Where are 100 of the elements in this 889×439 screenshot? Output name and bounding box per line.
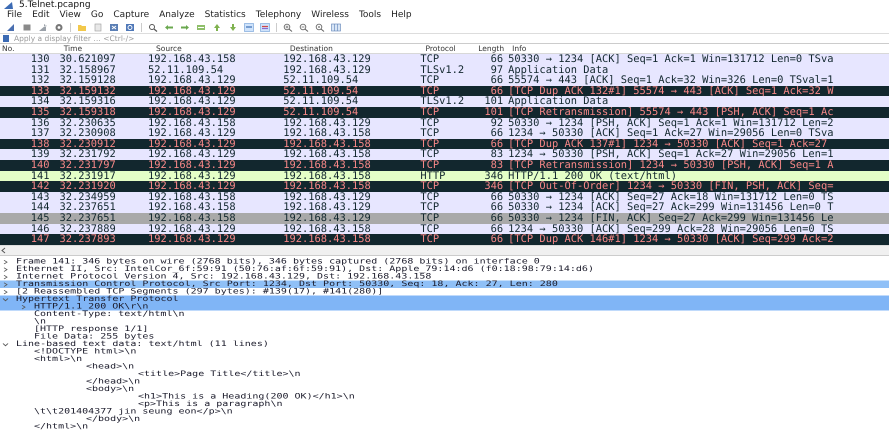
- packet-cell-text: 142: [30, 181, 50, 192]
- packet-cell-text: 192.168.43.129: [148, 149, 237, 160]
- packet-cell-text: 131: [30, 64, 50, 76]
- packet-cell-text: 1234 → 50330 [ACK] Seq=1 Ack=27 Win=29056 Len=0 TSva: [508, 128, 834, 139]
- packet-row[interactable]: 130 30.621097 192.168.43.158 192.168.43.129 TCP 66 50330 → 1234 [ACK] Seq=1 Ack=1 Win=131712 Len=0 TSva: [0, 54, 889, 65]
- packet-cell-text: 192.168.43.129: [148, 181, 237, 192]
- packet-cell-text: 101: [483, 106, 504, 118]
- packet-cell-text: [TCP Retransmission] 1234 → 50330 [PSH, ACK] Seq=1 A: [508, 160, 834, 171]
- packet-cell-text: 192.168.43.129: [148, 138, 237, 150]
- packet-cell-text: 192.168.43.129: [148, 170, 237, 182]
- menu-item[interactable]: Analyze: [154, 10, 200, 21]
- menu-item[interactable]: Wireless: [306, 10, 354, 21]
- packet-cell-text: 192.168.43.158: [283, 138, 372, 150]
- packet-cell-text: 1234 → 50330 [PSH, ACK] Seq=1 Ack=27 Win=29056 Len=1: [508, 149, 834, 160]
- packet-cell-text: 66: [490, 212, 504, 224]
- packet-cell-text: 134: [30, 96, 50, 107]
- packet-cell-text: 192.168.43.129: [283, 192, 372, 202]
- packet-row[interactable]: 132 32.159128 192.168.43.129 52.11.109.54 TCP 66 55574 → 443 [ACK] Seq=1 Ack=32 Win=326 Len=0 TSval=1: [0, 75, 889, 86]
- packet-cell-text: 132: [30, 75, 50, 86]
- packet-cell-text: 139: [30, 149, 50, 160]
- reload-icon[interactable]: [125, 22, 135, 32]
- chevron-down-icon[interactable]: [2, 296, 9, 302]
- packet-row[interactable]: 136 32.230635 192.168.43.158 192.168.43.129 TCP 92 50330 → 1234 [PSH, ACK] Seq=1 Ack=1 Win=131712 Len=2: [0, 118, 889, 128]
- packet-cell-text: 146: [30, 224, 50, 234]
- packet-row[interactable]: 140 32.231797 192.168.43.129 192.168.43.158 TCP 83 [TCP Retransmission] 1234 → 50330 [PSH, ACK] Seq=1 A: [0, 160, 889, 171]
- packet-cell-text: 192.168.43.158: [148, 118, 237, 128]
- forward-arrow-icon[interactable]: [180, 22, 190, 32]
- packet-cell-text: 192.168.43.158: [283, 234, 372, 245]
- scroll-left-icon[interactable]: [0, 247, 8, 254]
- resize-columns-icon[interactable]: [331, 22, 341, 32]
- packet-cell-text: 32.237889: [58, 224, 117, 234]
- menu-item[interactable]: File: [2, 10, 28, 21]
- menu-item[interactable]: Edit: [27, 10, 54, 21]
- packet-cell-text: Application Data: [508, 96, 608, 107]
- packet-cell-text: 32.237893: [58, 234, 117, 245]
- zoom-reset-icon[interactable]: [315, 22, 325, 32]
- menu-item[interactable]: Statistics: [200, 10, 251, 21]
- chevron-down-icon[interactable]: [2, 342, 9, 347]
- packet-cell-text: 66: [490, 54, 504, 65]
- packet-cell-text: 66: [490, 75, 504, 86]
- packet-cell-text: [TCP Dup ACK 146#1] 1234 → 50330 [ACK] Seq=299 Ack=2: [508, 234, 834, 245]
- packet-cell-text: 346: [483, 170, 504, 182]
- menu-item[interactable]: Capture: [108, 10, 154, 21]
- packet-cell-text: 32.159132: [58, 86, 117, 96]
- packet-cell-text: 32.234959: [58, 192, 117, 202]
- packet-row[interactable]: 141 32.231917 192.168.43.129 192.168.43.158 HTTP 346 HTTP/1.1 200 OK (text/html): [0, 170, 889, 182]
- packet-cell-text: 32.231792: [58, 149, 117, 160]
- packet-cell-text: 192.168.43.158: [283, 181, 372, 192]
- autoscroll-icon[interactable]: [244, 22, 254, 32]
- packet-row[interactable]: 135 32.159318 192.168.43.129 52.11.109.54 TCP 101 [TCP Retransmission] 55574 → 443 [PSH, ACK] Seq=1 Ac: [0, 106, 889, 118]
- packet-row[interactable]: 145 32.237651 192.168.43.158 192.168.43.129 TCP 66 50330 → 1234 [FIN, ACK] Seq=27 Ack=299 Win=131456 Le: [0, 212, 889, 224]
- packet-cell-text: 32.158967: [58, 64, 117, 76]
- packet-cell-text: 192.168.43.158: [283, 160, 372, 171]
- packet-cell-text: 66: [490, 224, 504, 234]
- packet-row[interactable]: 146 32.237889 192.168.43.129 192.168.43.158 TCP 66 1234 → 50330 [ACK] Seq=299 Ack=28 Win=29056 Len=0 TS: [0, 224, 889, 234]
- packet-row[interactable]: 144 32.237651 192.168.43.158 192.168.43.129 TCP 66 50330 → 1234 [ACK] Seq=27 Ack=299 Win=131456 Len=0 T: [0, 202, 889, 213]
- packet-cell-text: TLSv1.2: [420, 96, 466, 107]
- packet-row[interactable]: 133 32.159132 192.168.43.129 52.11.109.54 TCP 66 [TCP Dup ACK 132#1] 55574 → 443 [ACK] Seq=1 Ack=32 W: [0, 86, 889, 96]
- packet-row[interactable]: 143 32.234959 192.168.43.158 192.168.43.129 TCP 66 50330 → 1234 [ACK] Seq=27 Ack=18 Win=131712 Len=0 TS: [0, 192, 889, 202]
- packet-cell-text: TCP: [420, 181, 440, 192]
- packet-cell-text: TCP: [420, 138, 440, 150]
- packet-row[interactable]: 131 32.158967 52.11.109.54 192.168.43.129 TLSv1.2 97 Application Data: [0, 64, 889, 76]
- stop-icon[interactable]: [22, 22, 32, 32]
- packet-cell-text: TCP: [420, 54, 440, 65]
- packet-row[interactable]: 137 32.230908 192.168.43.129 192.168.43.158 TCP 66 1234 → 50330 [ACK] Seq=1 Ack=27 Win=29056 Len=0 TSva: [0, 128, 889, 139]
- packet-cell-text: 138: [30, 138, 50, 150]
- back-arrow-icon[interactable]: [164, 22, 174, 32]
- go-bottom-icon[interactable]: [228, 22, 238, 32]
- zoom-out-icon[interactable]: [299, 22, 309, 32]
- packet-cell-text: 32.159316: [58, 96, 117, 107]
- colorize-icon[interactable]: [260, 22, 270, 32]
- packet-cell-text: 83: [490, 149, 504, 160]
- menu-item[interactable]: Go: [86, 10, 108, 21]
- packet-cell-text: 83: [490, 160, 504, 171]
- packet-cell-text: [TCP Dup ACK 137#1] 1234 → 50330 [ACK] Seq=1 Ack=27: [508, 138, 828, 150]
- packet-cell-text: 66: [490, 128, 504, 139]
- packet-cell-text: 66: [490, 138, 504, 150]
- packet-cell-text: 192.168.43.158: [148, 192, 237, 202]
- packet-row[interactable]: 142 32.231920 192.168.43.129 192.168.43.158 TCP 346 [TCP Out-Of-Order] 1234 → 50330 [FIN, PSH, ACK] Seq=: [0, 181, 889, 192]
- packet-row[interactable]: 139 32.231792 192.168.43.129 192.168.43.158 TCP 83 1234 → 50330 [PSH, ACK] Seq=1 Ack=27 Win=29056 Len=1: [0, 149, 889, 160]
- menu-item[interactable]: View: [54, 10, 86, 21]
- zoom-in-icon[interactable]: [283, 22, 293, 32]
- packet-row[interactable]: 147 32.237893 192.168.43.129 192.168.43.158 TCP 66 [TCP Dup ACK 146#1] 1234 → 50330 [ACK] Seq=299 Ack=2: [0, 234, 889, 245]
- packet-cell-text: 192.168.43.158: [148, 212, 237, 224]
- menu-item[interactable]: Tools: [354, 10, 386, 21]
- packet-row[interactable]: 134 32.159316 192.168.43.129 52.11.109.54 TLSv1.2 101 Application Data: [0, 96, 889, 107]
- packet-cell-text: TCP: [420, 86, 440, 96]
- menu-item[interactable]: Telephony: [250, 10, 306, 21]
- packet-cell-text: 192.168.43.158: [283, 170, 372, 182]
- packet-cell-text: 50330 → 1234 [FIN, ACK] Seq=27 Ack=299 Win=131456 Le: [508, 212, 834, 224]
- packet-cell-text: 92: [490, 118, 504, 128]
- packet-cell-text: 97: [490, 64, 504, 76]
- packet-cell-text: 192.168.43.129: [283, 212, 372, 224]
- chevron-right-icon[interactable]: [20, 304, 27, 310]
- search-icon[interactable]: [148, 22, 158, 32]
- packet-cell-text: 32.230635: [58, 118, 117, 128]
- close-file-icon[interactable]: [109, 22, 119, 32]
- go-top-icon[interactable]: [212, 22, 222, 32]
- menu-item[interactable]: Help: [386, 10, 417, 21]
- packet-row[interactable]: 138 32.230912 192.168.43.129 192.168.43.158 TCP 66 [TCP Dup ACK 137#1] 1234 → 50330 [ACK] Seq=1 Ack=27: [0, 138, 889, 150]
